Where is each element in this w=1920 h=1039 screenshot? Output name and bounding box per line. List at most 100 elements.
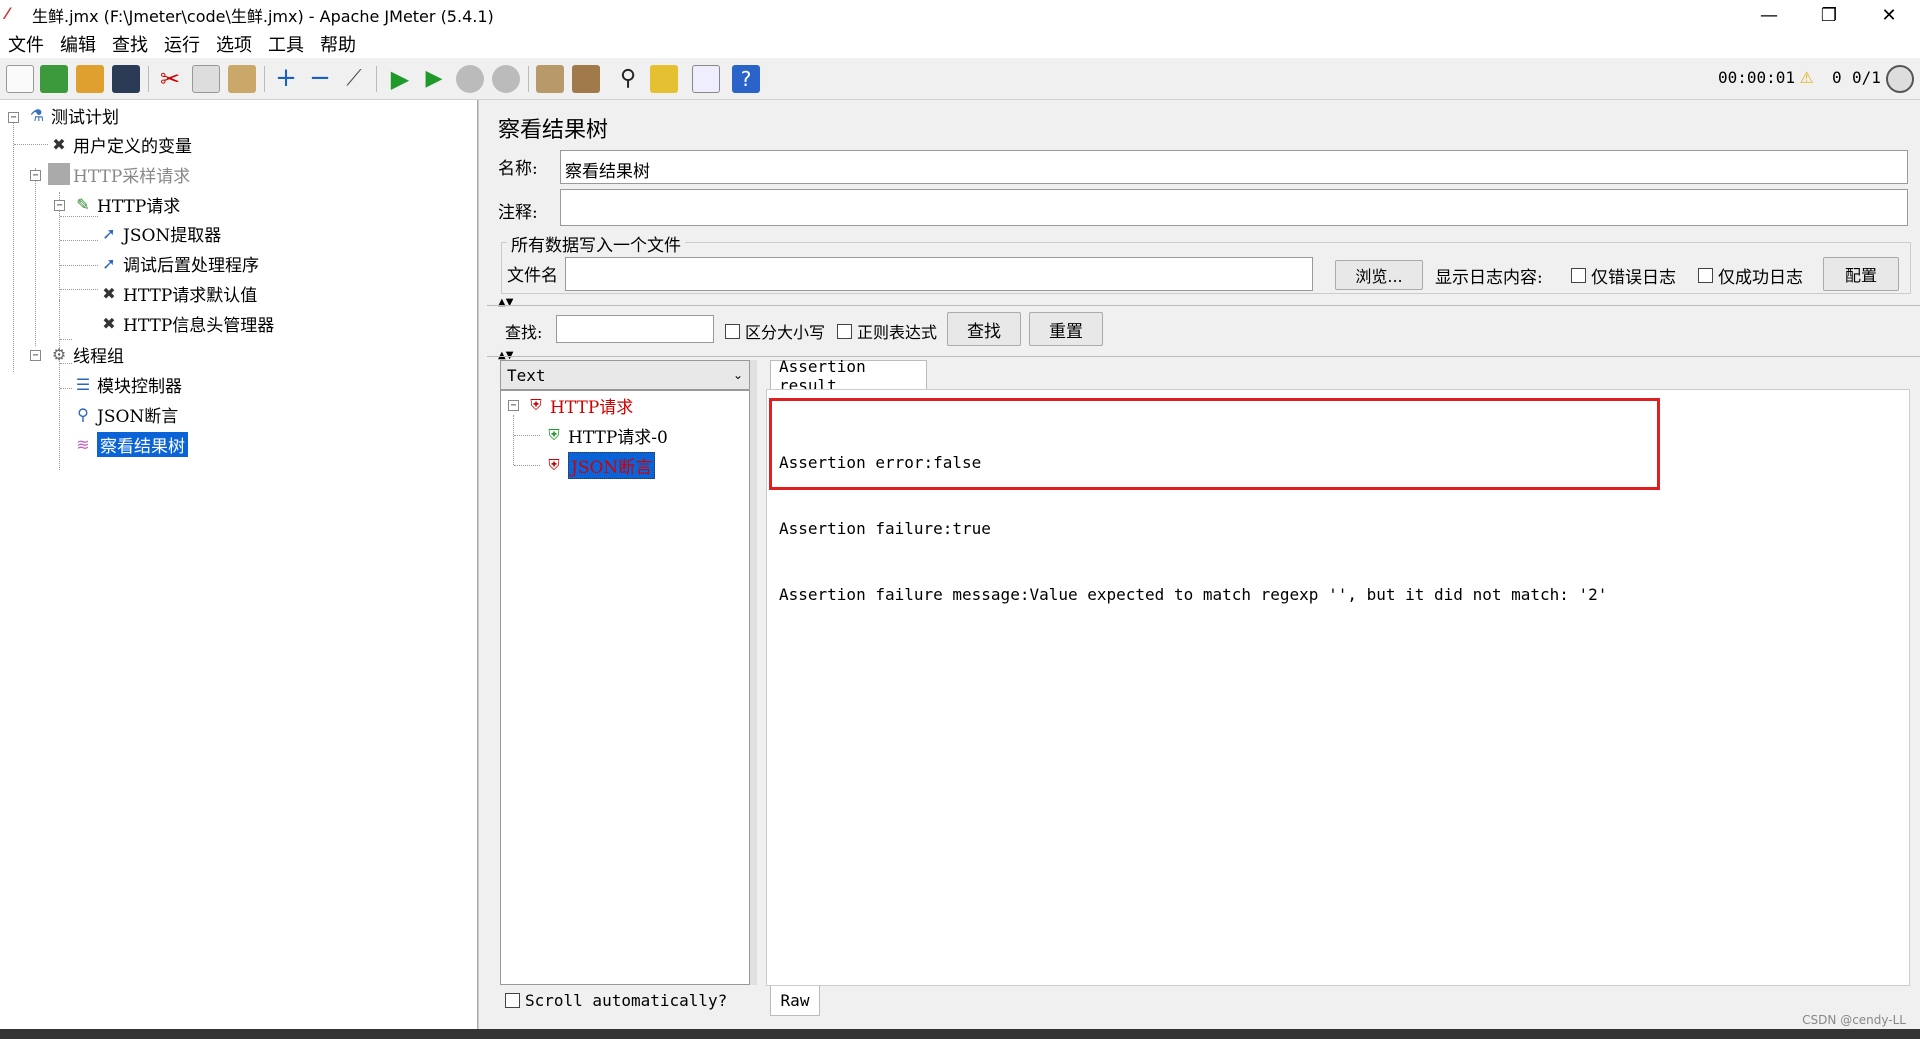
- chart-icon: ≋: [76, 434, 90, 454]
- tree-item-view-results-tree[interactable]: ≋ 察看结果树: [72, 431, 188, 457]
- clear-all-icon[interactable]: [572, 65, 600, 93]
- clear-icon[interactable]: [536, 65, 564, 93]
- collapse-toggle[interactable]: −: [508, 400, 519, 411]
- templates-icon[interactable]: [40, 65, 68, 93]
- checkbox-box: [1571, 268, 1586, 283]
- tree-item-http-defaults[interactable]: ✖ HTTP请求默认值: [98, 280, 257, 306]
- taskbar-strip: [0, 1029, 1920, 1039]
- result-item-http-request[interactable]: ⛨ HTTP请求: [525, 392, 633, 418]
- collapse-toggle[interactable]: −: [8, 112, 19, 123]
- menu-tools[interactable]: 工具: [268, 31, 304, 57]
- result-item-json-assertion[interactable]: ⛨ JSON断言: [543, 451, 656, 479]
- paste-icon[interactable]: [228, 65, 256, 93]
- tree-item-disabled-http-sampler[interactable]: HTTP采样请求: [48, 161, 190, 187]
- menu-search[interactable]: 查找: [112, 31, 148, 57]
- menu-help[interactable]: 帮助: [320, 31, 356, 57]
- tree-item-thread-group[interactable]: ⚙ 线程组: [48, 341, 124, 367]
- save-icon[interactable]: [112, 65, 140, 93]
- reset-search-broom-icon[interactable]: [650, 65, 678, 93]
- reset-button[interactable]: 重置: [1029, 312, 1103, 346]
- tree-item-user-variables[interactable]: ✖ 用户定义的变量: [48, 131, 192, 157]
- controller-icon: ☰: [75, 374, 91, 394]
- toolbar: ✂ + − ⟋ ▶ ▶ ⚲ ? 00:00:01 ⚠ 0 0/1: [0, 58, 1920, 100]
- cut-icon[interactable]: ✂: [156, 65, 184, 93]
- menu-options[interactable]: 选项: [216, 31, 252, 57]
- tab-raw[interactable]: Raw: [770, 986, 820, 1016]
- assertion-line: Assertion failure message:Value expected…: [779, 585, 1608, 604]
- comment-field[interactable]: [560, 189, 1908, 226]
- collapse-toggle[interactable]: −: [30, 350, 41, 361]
- renderer-select[interactable]: Text ⌄: [500, 360, 750, 390]
- chevron-down-icon: ⌄: [732, 368, 743, 382]
- search-input[interactable]: [556, 315, 714, 343]
- menu-edit[interactable]: 编辑: [60, 31, 96, 57]
- warning-icon[interactable]: ⚠: [1800, 64, 1813, 89]
- start-icon[interactable]: ▶: [386, 65, 414, 93]
- postprocessor-icon: ➚: [102, 253, 116, 273]
- filename-label: 文件名: [507, 266, 558, 286]
- wrench-icon: ✖: [102, 313, 116, 333]
- toolbar-separator: [264, 66, 265, 92]
- function-helper-icon[interactable]: [692, 65, 720, 93]
- help-icon[interactable]: ?: [732, 65, 760, 93]
- tree-connector: [514, 435, 540, 436]
- success-only-checkbox[interactable]: 仅成功日志: [1698, 263, 1803, 288]
- assertion-line: Assertion error:false: [779, 453, 982, 472]
- menu-file[interactable]: 文件: [8, 31, 44, 57]
- toolbar-separator: [148, 66, 149, 92]
- new-icon[interactable]: [6, 65, 34, 93]
- toggle-icon[interactable]: ⟋: [340, 65, 368, 93]
- tree-item-debug-postprocessor[interactable]: ➚ 调试后置处理程序: [98, 250, 259, 276]
- tree-item-http-request[interactable]: ✎ HTTP请求: [72, 191, 180, 217]
- collapse-all-icon[interactable]: −: [306, 65, 334, 93]
- find-button[interactable]: 查找: [947, 312, 1021, 346]
- tree-item-module-controller[interactable]: ☰ 模块控制器: [72, 371, 182, 397]
- window-title: 生鲜.jmx (F:\Jmeter\code\生鲜.jmx) - Apache …: [32, 7, 494, 26]
- tree-connector: [35, 168, 36, 346]
- results-splitter[interactable]: [750, 360, 757, 985]
- menu-run[interactable]: 运行: [164, 31, 200, 57]
- tab-assertion-result[interactable]: Assertion result: [770, 357, 927, 395]
- configure-button[interactable]: 配置: [1823, 257, 1899, 291]
- shutdown-icon[interactable]: [492, 65, 520, 93]
- wrench-icon: ✖: [52, 134, 66, 154]
- collapse-toggle[interactable]: −: [54, 200, 65, 211]
- jmeter-feather-icon: ⁄: [6, 4, 9, 23]
- tree-item-json-assertion[interactable]: ⚲ JSON断言: [72, 401, 178, 427]
- copy-icon[interactable]: [192, 65, 220, 93]
- panel-splitter[interactable]: [478, 100, 487, 1029]
- tree-item-json-extractor[interactable]: ➚ JSON提取器: [98, 220, 221, 246]
- tree-item-test-plan[interactable]: ⚗ 测试计划: [26, 102, 119, 128]
- filename-field[interactable]: [565, 257, 1313, 291]
- postprocessor-icon: ➚: [102, 223, 116, 243]
- errors-only-checkbox[interactable]: 仅错误日志: [1571, 263, 1676, 288]
- close-button[interactable]: ✕: [1866, 0, 1912, 30]
- regex-checkbox[interactable]: 正则表达式: [837, 319, 937, 343]
- open-icon[interactable]: [76, 65, 104, 93]
- title-bar: ⁄ 生鲜.jmx (F:\Jmeter\code\生鲜.jmx) - Apach…: [0, 0, 1920, 30]
- divider-arrows-icon[interactable]: ▲▼: [498, 297, 513, 308]
- stop-icon[interactable]: [456, 65, 484, 93]
- restore-button[interactable]: ❐: [1806, 0, 1852, 30]
- minimize-button[interactable]: —: [1746, 0, 1792, 30]
- name-field[interactable]: 察看结果树: [560, 150, 1908, 184]
- tree-connector: [13, 120, 14, 372]
- tree-connector: [514, 465, 540, 466]
- expand-all-icon[interactable]: +: [272, 65, 300, 93]
- result-item-http-request-0[interactable]: ⛨ HTTP请求-0: [543, 422, 667, 448]
- collapse-toggle[interactable]: −: [30, 170, 41, 181]
- menu-bar: 文件 编辑 查找 运行 选项 工具 帮助: [0, 30, 1920, 58]
- tree-connector: [60, 339, 72, 340]
- case-sensitive-checkbox[interactable]: 区分大小写: [725, 319, 825, 343]
- search-binoculars-icon[interactable]: ⚲: [614, 65, 642, 93]
- divider: [487, 356, 1920, 357]
- file-group-label: 所有数据写入一个文件: [507, 231, 685, 256]
- start-no-pause-icon[interactable]: ▶: [420, 65, 448, 93]
- browse-button[interactable]: 浏览...: [1335, 260, 1423, 290]
- elapsed-timer: 00:00:01: [1718, 68, 1796, 87]
- disabled-sampler-icon: [48, 163, 70, 185]
- comment-label: 注释:: [498, 203, 538, 223]
- scroll-automatically-checkbox[interactable]: Scroll automatically?: [505, 991, 727, 1010]
- divider: [487, 305, 1920, 306]
- tree-item-header-manager[interactable]: ✖ HTTP信息头管理器: [98, 310, 274, 336]
